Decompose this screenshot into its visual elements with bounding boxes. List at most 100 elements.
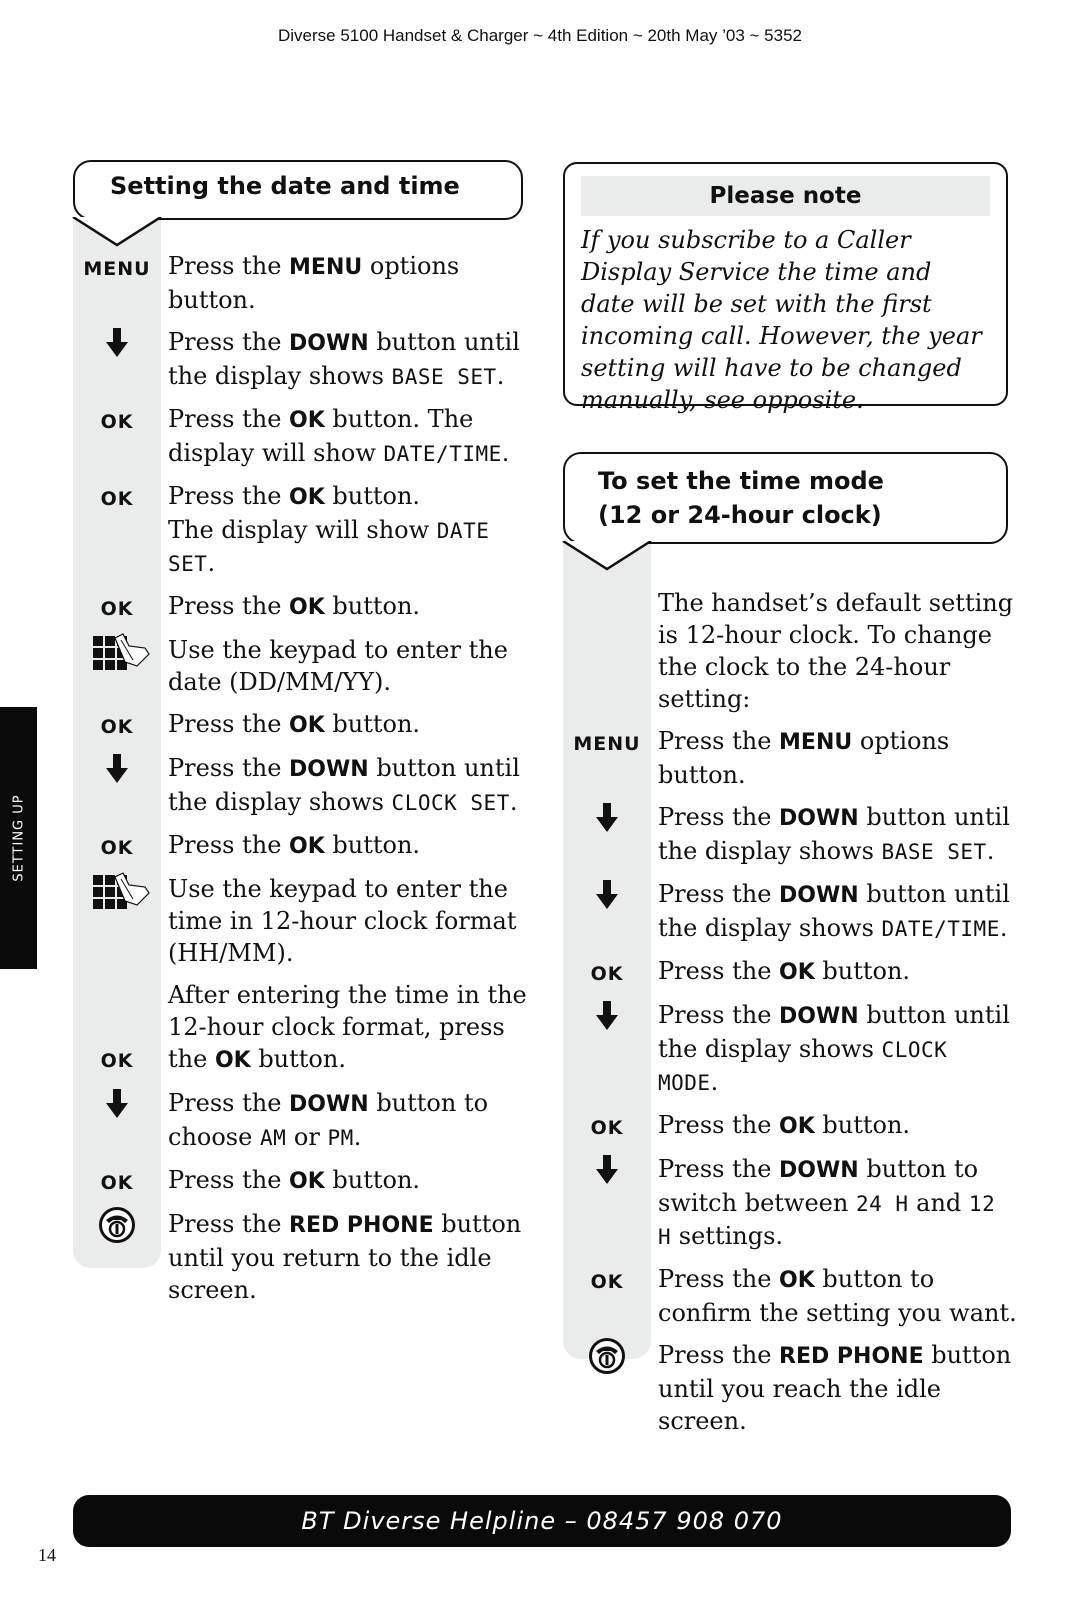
bold-key-name: OK	[289, 485, 325, 510]
left-step: Press the DOWN button until the display …	[73, 752, 533, 819]
down-arrow-icon	[73, 326, 161, 360]
bold-key-name: OK	[289, 408, 325, 433]
right-section-title-line2: (12 or 24-hour clock)	[598, 501, 882, 529]
left-step: OK Press the OK button. The display will …	[73, 403, 533, 470]
left-step-text: Press the DOWN button to choose AM or PM…	[168, 1089, 489, 1151]
ok-key-icon: OK	[590, 1271, 624, 1293]
display-text: CLOCK MODE	[658, 1038, 948, 1095]
right-step: MENU Press the MENU options button.	[563, 725, 1018, 791]
right-step: Press the DOWN button until the display …	[563, 878, 1018, 945]
left-step-text: Press the OK button.	[168, 831, 421, 859]
right-step-text: The handset’s default setting is 12-hour…	[658, 589, 1014, 713]
please-note-body: If you subscribe to a Caller Display Ser…	[581, 226, 982, 414]
left-step-text: Press the OK button.	[168, 710, 421, 738]
bold-key-name: DOWN	[779, 1004, 859, 1029]
right-step: Press the DOWN button to switch between …	[563, 1153, 1018, 1253]
right-section-title-line1: To set the time mode	[598, 467, 884, 495]
left-step-text: Press the RED PHONE button until you ret…	[168, 1210, 522, 1304]
left-step: Use the keypad to enter the date (DD/MM/…	[73, 633, 533, 698]
left-step-text: Press the OK button.	[168, 1166, 421, 1194]
bold-key-name: DOWN	[779, 883, 859, 908]
display-text: PM	[327, 1126, 354, 1150]
right-step: Press the RED PHONE button until you rea…	[563, 1337, 1018, 1437]
right-step-text: Press the MENU options button.	[658, 727, 950, 789]
helpline-banner: BT Diverse Helpline – 08457 908 070	[73, 1495, 1011, 1547]
right-step-text: Press the OK button to confirm the setti…	[658, 1265, 1017, 1327]
display-text: DATE/TIME	[881, 917, 1000, 941]
left-step-text: Press the OK button. The display will sho…	[168, 482, 490, 577]
ok-key-icon: OK	[100, 837, 134, 859]
ok-key-icon: OK	[590, 963, 624, 985]
right-step-text: Press the DOWN button until the display …	[658, 1001, 1010, 1096]
left-title-pointer	[72, 217, 162, 247]
bold-key-name: DOWN	[779, 806, 859, 831]
bold-key-name: OK	[289, 713, 325, 738]
red-phone-icon	[73, 1206, 161, 1244]
right-step: OK Press the OK button.	[563, 1109, 1018, 1143]
bold-key-name: DOWN	[779, 1158, 859, 1183]
left-section-title-box: Setting the date and time	[73, 160, 523, 220]
side-tab-label: SETTING UP	[11, 794, 26, 882]
left-step-text: Press the DOWN button until the display …	[168, 328, 520, 390]
down-arrow-icon	[563, 1153, 651, 1187]
left-step: Press the RED PHONE button until you ret…	[73, 1206, 533, 1306]
display-text: DATE/TIME	[383, 442, 502, 466]
left-section-title: Setting the date and time	[110, 172, 460, 200]
display-text: BASE SET	[391, 365, 497, 389]
please-note-title: Please note	[581, 176, 990, 216]
right-step-text: Press the OK button.	[658, 957, 911, 985]
ok-key-icon: OK	[100, 1050, 134, 1072]
bold-key-name: RED PHONE	[779, 1344, 924, 1369]
left-step-text: After entering the time in the 12-hour c…	[168, 981, 527, 1073]
right-step-text: Press the DOWN button until the display …	[658, 803, 1010, 865]
bold-key-name: OK	[779, 960, 815, 985]
bold-key-name: MENU	[289, 255, 363, 280]
down-arrow-icon	[563, 999, 651, 1033]
bold-key-name: DOWN	[289, 757, 369, 782]
left-step: Press the DOWN button to choose AM or PM…	[73, 1087, 533, 1154]
ok-key-icon: OK	[100, 411, 134, 433]
left-step: MENU Press the MENU options button.	[73, 250, 533, 316]
right-step-text: Press the DOWN button until the display …	[658, 880, 1010, 942]
bold-key-name: DOWN	[289, 1092, 369, 1117]
right-step: OK Press the OK button.	[563, 955, 1018, 989]
right-step: Press the DOWN button until the display …	[563, 801, 1018, 868]
down-arrow-icon	[73, 1087, 161, 1121]
display-text: CLOCK SET	[391, 791, 510, 815]
left-step-text: Press the DOWN button until the display …	[168, 754, 520, 816]
red-phone-icon	[563, 1337, 651, 1375]
ok-key-icon: OK	[590, 1117, 624, 1139]
left-step-text: Use the keypad to enter the date (DD/MM/…	[168, 636, 508, 696]
display-text: 24 H	[855, 1192, 909, 1216]
right-section-title-box: To set the time mode (12 or 24-hour cloc…	[563, 452, 1008, 544]
left-steps-list: MENU Press the MENU options button. Press …	[73, 250, 533, 1316]
left-step-text: Press the MENU options button.	[168, 252, 460, 314]
display-text: DATE SET	[168, 519, 490, 576]
document-header: Diverse 5100 Handset & Charger ~ 4th Edi…	[277, 26, 803, 45]
bold-key-name: OK	[289, 834, 325, 859]
bold-key-name: RED PHONE	[289, 1213, 434, 1238]
bold-key-name: OK	[289, 1169, 325, 1194]
ok-key-icon: OK	[100, 1172, 134, 1194]
right-step-text: Press the DOWN button to switch between …	[658, 1155, 996, 1250]
left-step-text: Use the keypad to enter the time in 12-h…	[168, 875, 517, 967]
ok-key-icon: OK	[100, 598, 134, 620]
left-step: OK Press the OK button.	[73, 708, 533, 742]
right-step: Press the DOWN button until the display …	[563, 999, 1018, 1099]
display-text: 12 H	[658, 1192, 996, 1249]
left-step: OK After entering the time in the 12-hour…	[73, 979, 533, 1077]
right-step: OK Press the OK button to confirm the set…	[563, 1263, 1018, 1329]
bold-key-name: OK	[779, 1114, 815, 1139]
left-step: OK Press the OK button.	[73, 590, 533, 624]
right-steps-list: The handset’s default setting is 12-hour…	[563, 587, 1018, 1447]
left-step: OK Press the OK button.	[73, 1164, 533, 1198]
bold-key-name: OK	[779, 1268, 815, 1293]
keypad-icon	[73, 871, 161, 915]
bold-key-name: OK	[289, 595, 325, 620]
display-text: BASE SET	[881, 840, 987, 864]
bold-key-name: MENU	[779, 730, 853, 755]
menu-key-icon: MENU	[573, 733, 641, 755]
bold-key-name: DOWN	[289, 331, 369, 356]
left-step: OK Press the OK button.	[73, 829, 533, 863]
down-arrow-icon	[563, 878, 651, 912]
